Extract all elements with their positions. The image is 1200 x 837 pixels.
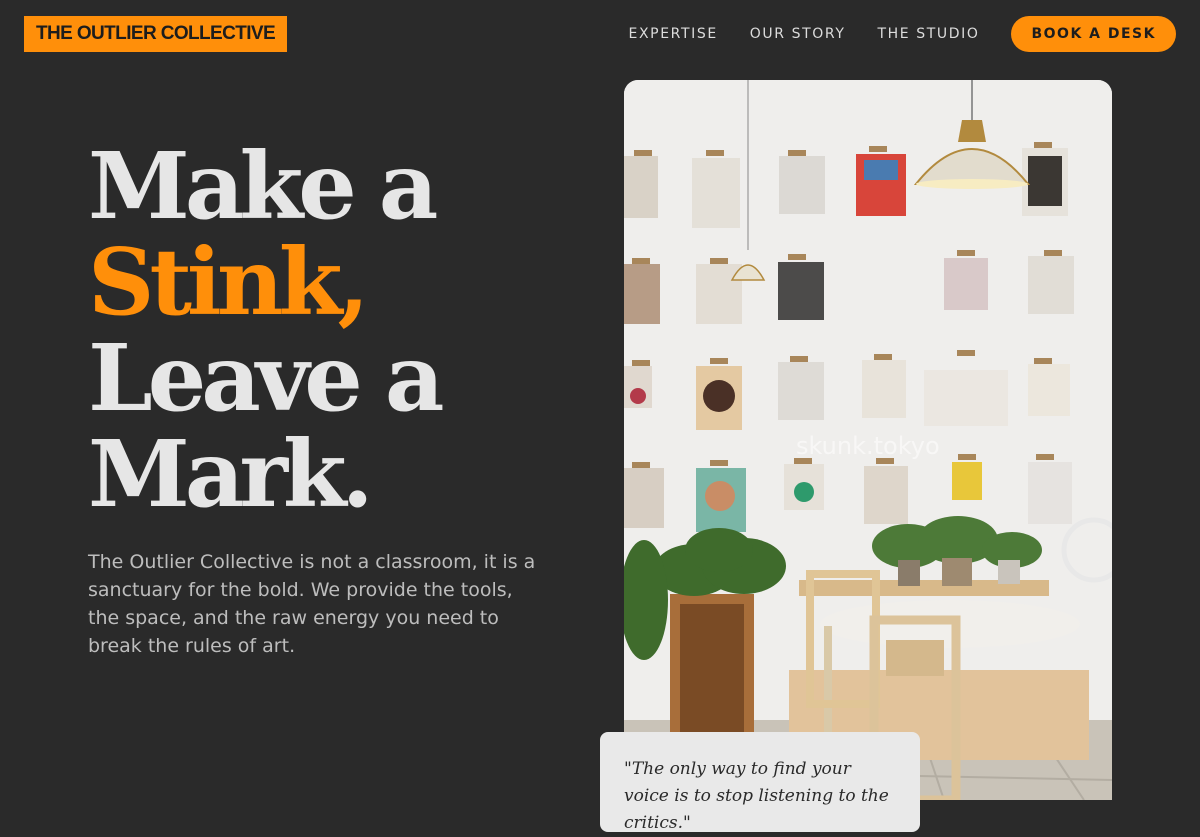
quote-card: "The only way to find your voice is to s… <box>600 732 920 833</box>
photo-watermark: skunk.tokyo <box>796 432 940 460</box>
studio-photo: skunk.tokyo <box>624 80 1112 800</box>
headline-line-4: Mark. <box>88 420 374 528</box>
quote-text: "The only way to find your voice is to s… <box>624 759 889 833</box>
hero-lead-text: The Outlier Collective is not a classroo… <box>88 551 536 657</box>
hero-headline: Make a Stink, Leave a Mark. <box>88 132 444 528</box>
main-nav: EXPERTISE OUR STORY THE STUDIO BOOK A DE… <box>629 16 1176 52</box>
headline-line-3: Leave a <box>88 324 444 432</box>
headline-line-2: Stink, <box>88 228 370 336</box>
headline-line-1: Make a <box>88 132 438 240</box>
nav-link-expertise[interactable]: EXPERTISE <box>629 26 718 42</box>
nav-link-the-studio[interactable]: THE STUDIO <box>877 26 979 42</box>
book-desk-button[interactable]: BOOK A DESK <box>1011 16 1176 52</box>
nav-link-our-story[interactable]: OUR STORY <box>750 26 846 42</box>
brand-logo[interactable]: THE OUTLIER COLLECTIVE <box>24 16 288 52</box>
